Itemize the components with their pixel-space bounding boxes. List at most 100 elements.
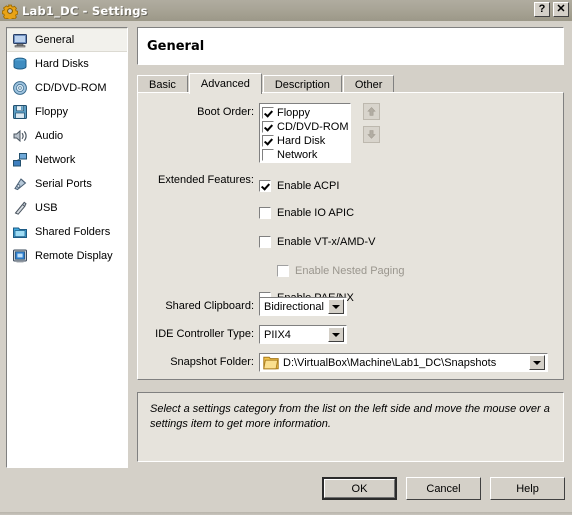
page-title: General xyxy=(147,38,205,54)
move-up-button[interactable] xyxy=(363,103,380,120)
boot-order-item-label: CD/DVD-ROM xyxy=(277,121,349,133)
info-text: Select a settings category from the list… xyxy=(150,403,550,430)
sidebar-item-label: General xyxy=(35,34,75,46)
window-title: Lab1_DC - Settings xyxy=(22,3,148,18)
checkbox-row-enable-io-apic[interactable]: Enable IO APIC xyxy=(259,198,404,227)
checkbox-label: Enable ACPI xyxy=(277,179,340,192)
sidebar-item-audio[interactable]: Audio xyxy=(7,124,127,148)
boot-order-item[interactable]: Floppy xyxy=(262,106,349,120)
sidebar-item-network[interactable]: Network xyxy=(7,148,127,172)
info-panel: Select a settings category from the list… xyxy=(137,392,564,462)
move-down-button[interactable] xyxy=(363,126,380,143)
boot-order-item-label: Hard Disk xyxy=(277,135,326,147)
boot-order-label: Boot Order: xyxy=(197,106,254,118)
harddisk-icon xyxy=(13,57,27,70)
sidebar-item-serial-ports[interactable]: Serial Ports xyxy=(7,172,127,196)
sidebar-item-shared-folders[interactable]: Shared Folders xyxy=(7,220,127,244)
shared-clipboard-select[interactable]: Bidirectional xyxy=(259,297,347,316)
arrow-down-icon xyxy=(367,130,376,139)
boot-order-item[interactable]: CD/DVD-ROM xyxy=(262,120,349,134)
snapshot-folder-label: Snapshot Folder: xyxy=(170,356,254,368)
title-bar: Lab1_DC - Settings ? ✕ xyxy=(0,0,572,21)
sidebar-item-usb[interactable]: USB xyxy=(7,196,127,220)
arrow-up-icon xyxy=(367,107,376,116)
checkbox-row-enable-acpi[interactable]: Enable ACPI xyxy=(259,173,404,198)
chevron-down-icon[interactable] xyxy=(328,299,344,314)
boot-order-item-label: Floppy xyxy=(277,107,311,119)
tab-basic[interactable]: Basic xyxy=(137,75,188,93)
help-button[interactable]: Help xyxy=(490,477,565,500)
shared-clipboard-value: Bidirectional xyxy=(264,300,324,313)
sidebar-item-label: CD/DVD-ROM xyxy=(35,82,107,94)
checkbox-enable-vt-x-amd-v[interactable] xyxy=(259,235,271,248)
ok-button[interactable]: OK xyxy=(322,477,397,500)
monitor-icon xyxy=(13,34,27,48)
ide-controller-type-value: PIIX4 xyxy=(264,328,291,341)
checkbox-network[interactable] xyxy=(262,149,274,161)
checkbox-floppy[interactable] xyxy=(262,107,274,119)
cancel-button[interactable]: Cancel xyxy=(406,477,481,500)
close-icon[interactable]: ✕ xyxy=(553,2,569,17)
serial-port-icon xyxy=(14,178,27,191)
ide-controller-type-row: IDE Controller Type: PIIX4 xyxy=(138,325,548,344)
usb-icon xyxy=(14,201,27,215)
tab-advanced[interactable]: Advanced xyxy=(188,73,262,94)
shared-clipboard-row: Shared Clipboard: Bidirectional xyxy=(138,297,548,316)
sidebar-item-remote-display[interactable]: Remote Display xyxy=(7,244,127,268)
ide-controller-type-label: IDE Controller Type: xyxy=(155,328,254,340)
cd-icon xyxy=(13,81,27,95)
sidebar-item-label: Audio xyxy=(35,130,64,142)
checkbox-enable-acpi[interactable] xyxy=(259,179,271,192)
tab-other[interactable]: Other xyxy=(342,75,395,93)
boot-order-item[interactable]: Hard Disk xyxy=(262,134,349,148)
extended-features-group: Enable ACPI Enable IO APIC Enable VT-x/A… xyxy=(259,173,404,310)
floppy-icon xyxy=(13,105,27,119)
sidebar-item-label: Shared Folders xyxy=(35,226,111,238)
sidebar-item-label: Network xyxy=(35,154,76,166)
sidebar-item-floppy[interactable]: Floppy xyxy=(7,100,127,124)
tab-description[interactable]: Description xyxy=(262,75,342,93)
sidebar-item-label: USB xyxy=(35,202,58,214)
settings-category-list[interactable]: General Hard Disks CD/DVD-ROM Floppy Aud… xyxy=(6,27,128,468)
gear-icon xyxy=(2,4,18,19)
checkbox-label: Enable VT-x/AMD-V xyxy=(277,235,376,248)
folder-icon xyxy=(263,356,279,369)
snapshot-folder-select[interactable]: D:\VirtualBox\Machine\Lab1_DC\Snapshots xyxy=(259,353,548,372)
boot-order-item-label: Network xyxy=(277,149,318,161)
checkbox-cd-dvd-rom[interactable] xyxy=(262,121,274,133)
extended-features-label: Extended Features: xyxy=(157,174,254,186)
checkbox-enable-io-apic[interactable] xyxy=(259,206,271,219)
boot-order-move-buttons xyxy=(363,103,380,143)
ok-button-label: OK xyxy=(324,479,395,498)
help-title-button[interactable]: ? xyxy=(534,2,550,17)
chevron-down-icon[interactable] xyxy=(328,327,344,342)
shared-clipboard-label: Shared Clipboard: xyxy=(165,300,254,312)
sidebar-item-label: Remote Display xyxy=(35,250,113,262)
checkbox-label: Enable Nested Paging xyxy=(295,264,405,277)
sidebar-item-label: Hard Disks xyxy=(35,58,89,70)
checkbox-row-enable-vt-x-amd-v[interactable]: Enable VT-x/AMD-V xyxy=(259,227,404,256)
snapshot-folder-value: D:\VirtualBox\Machine\Lab1_DC\Snapshots xyxy=(283,356,497,369)
tab-bar: Basic Advanced Description Other xyxy=(137,73,564,94)
remote-display-icon xyxy=(13,249,27,263)
checkbox-hard-disk[interactable] xyxy=(262,135,274,147)
checkbox-enable-nested-paging xyxy=(277,264,289,277)
sidebar-item-hard-disks[interactable]: Hard Disks xyxy=(7,52,127,76)
snapshot-folder-row: Snapshot Folder: D:\VirtualBox\Machine\L… xyxy=(138,353,558,372)
shared-folder-icon xyxy=(13,227,27,238)
dialog-buttons: OK Cancel Help xyxy=(322,477,565,500)
speaker-icon xyxy=(13,129,27,143)
checkbox-row-enable-nested-paging: Enable Nested Paging xyxy=(277,256,404,285)
ide-controller-type-select[interactable]: PIIX4 xyxy=(259,325,347,344)
boot-order-list[interactable]: Floppy CD/DVD-ROM Hard Disk Network xyxy=(259,103,351,163)
network-icon xyxy=(13,153,27,167)
sidebar-item-label: Serial Ports xyxy=(35,178,92,190)
chevron-down-icon[interactable] xyxy=(529,355,545,370)
settings-dialog: Lab1_DC - Settings ? ✕ General Hard Disk… xyxy=(0,0,572,515)
page-header: General xyxy=(137,27,564,65)
checkbox-label: Enable IO APIC xyxy=(277,206,355,219)
sidebar-item-cd-dvd-rom[interactable]: CD/DVD-ROM xyxy=(7,76,127,100)
sidebar-item-general[interactable]: General xyxy=(7,28,127,52)
extended-features-row: Extended Features: Enable ACPI Enable IO… xyxy=(138,173,548,310)
boot-order-item[interactable]: Network xyxy=(262,148,349,162)
